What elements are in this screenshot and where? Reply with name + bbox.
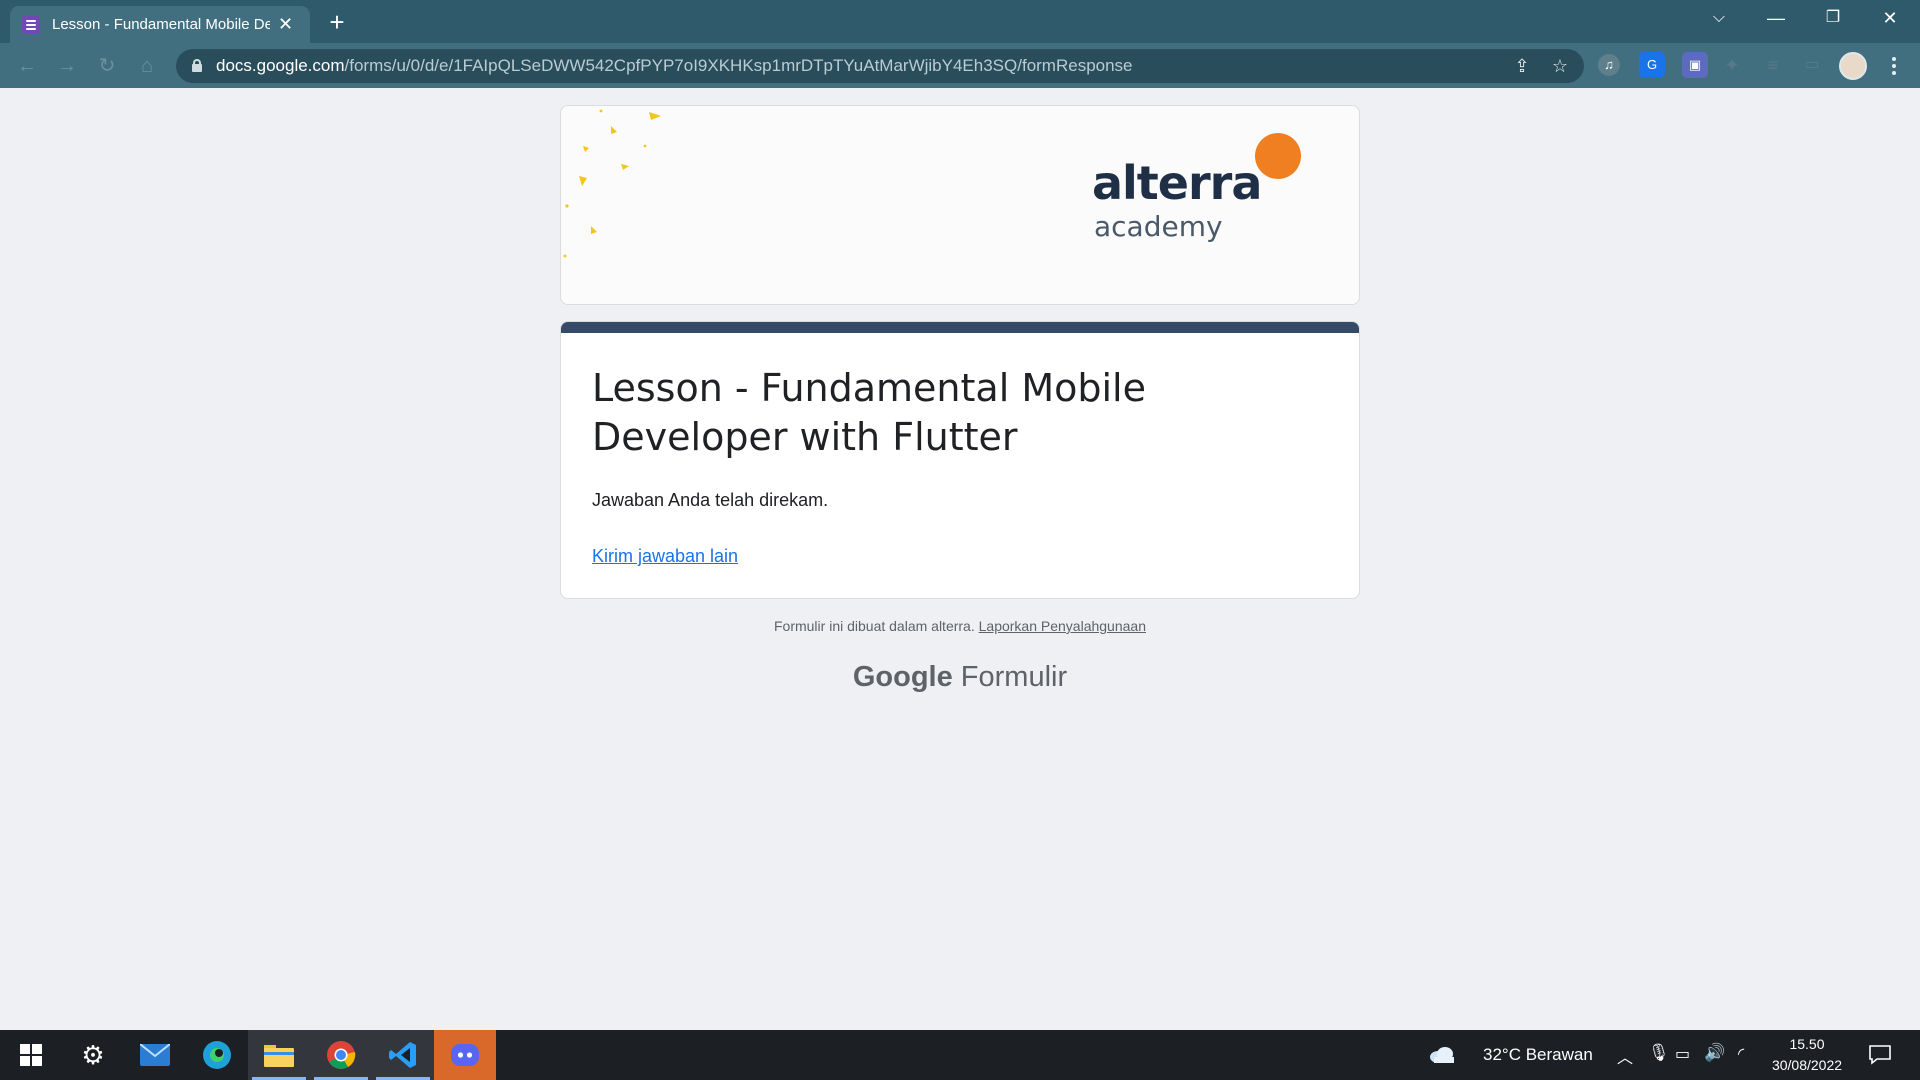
submit-another-response-link[interactable]: Kirim jawaban lain — [592, 546, 738, 567]
home-icon[interactable]: ⌂ — [134, 53, 160, 79]
reading-list-icon[interactable]: ≡ — [1760, 52, 1786, 78]
weather-cloud-icon[interactable] — [1424, 1030, 1460, 1080]
chrome-browser-icon[interactable] — [310, 1030, 372, 1080]
forms-wordmark: Formulir — [960, 661, 1068, 693]
url-path: /forms/u/0/d/e/1FAIpQLSeDWW542CpfPYP7oI9… — [344, 56, 1133, 75]
form-header-banner: alterra academy — [560, 105, 1360, 305]
discord-icon[interactable] — [434, 1030, 496, 1080]
battery-icon[interactable]: ▭ — [1675, 1044, 1690, 1064]
extension-translate-icon[interactable]: G — [1639, 52, 1665, 78]
share-icon[interactable]: ⇪ — [1511, 55, 1533, 77]
browser-toolbar: ← → ↻ ⌂ docs.google.com/forms/u/0/d/e/1F… — [0, 43, 1920, 88]
form-confirmation-card: Lesson - Fundamental Mobile Developer wi… — [560, 321, 1360, 599]
confirmation-message: Jawaban Anda telah direkam. — [592, 490, 829, 510]
windows-taskbar: ⚙ 32°C Berawan ︿ 🎙 ▭ 🔊 ◜ 15.50 30/08/202… — [0, 1030, 1920, 1080]
chrome-menu-icon[interactable] — [1884, 53, 1904, 79]
wifi-icon[interactable]: ◜ — [1738, 1044, 1744, 1064]
confetti-decoration — [563, 109, 661, 258]
file-explorer-icon[interactable] — [248, 1030, 310, 1080]
tab-search-chevron-icon[interactable]: ⌵ — [1691, 0, 1747, 36]
browser-tab[interactable]: Lesson - Fundamental Mobile De ✕ — [10, 6, 310, 43]
url-host: docs.google.com — [216, 56, 345, 75]
address-bar[interactable]: docs.google.com/forms/u/0/d/e/1FAIpQLSeD… — [176, 49, 1584, 83]
footer-created-text: Formulir ini dibuat dalam alterra. — [773, 618, 975, 634]
settings-gear-icon[interactable]: ⚙ — [62, 1030, 124, 1080]
back-arrow-icon[interactable]: ← — [14, 53, 40, 79]
new-tab-button[interactable]: + — [322, 8, 352, 38]
alterra-logo-text: alterra — [1092, 156, 1262, 210]
edge-browser-icon[interactable] — [186, 1030, 248, 1080]
google-wordmark: Google — [852, 661, 953, 693]
tab-title: Lesson - Fundamental Mobile De — [52, 16, 270, 33]
google-forms-favicon-icon — [22, 15, 40, 34]
form-title: Lesson - Fundamental Mobile Developer wi… — [592, 366, 1146, 459]
volume-icon[interactable]: 🔊 — [1704, 1043, 1725, 1063]
extension-chat-icon[interactable]: ▣ — [1682, 52, 1708, 78]
extension-music-icon[interactable]: ♫ — [1598, 54, 1620, 76]
notification-center-icon[interactable] — [1850, 1030, 1910, 1080]
microphone-icon[interactable]: 🎙 — [1648, 1043, 1670, 1063]
reload-icon[interactable]: ↻ — [94, 53, 120, 79]
url-text[interactable]: docs.google.com/forms/u/0/d/e/1FAIpQLSeD… — [216, 56, 1133, 76]
weather-text[interactable]: 32°C Berawan — [1483, 1045, 1593, 1065]
lock-icon[interactable] — [192, 59, 202, 72]
show-hidden-icons-chevron-icon[interactable]: ︿ — [1617, 1044, 1633, 1068]
google-forms-brand[interactable]: Google Formulir — [560, 661, 1360, 694]
alterra-logo-subtext: academy — [1094, 210, 1223, 243]
forward-arrow-icon[interactable]: → — [54, 53, 80, 79]
report-abuse-link[interactable]: Laporkan Penyalahgunaan — [979, 618, 1146, 634]
restore-button[interactable]: ❐ — [1805, 0, 1861, 36]
clock-time[interactable]: 15.50 — [1765, 1036, 1849, 1052]
side-panel-icon[interactable]: ▭ — [1799, 52, 1825, 78]
bookmark-star-icon[interactable]: ☆ — [1549, 55, 1571, 77]
minimize-button[interactable]: — — [1748, 0, 1804, 36]
close-window-button[interactable]: ✕ — [1862, 0, 1918, 36]
form-footer: Formulir ini dibuat dalam alterra. Lapor… — [560, 618, 1360, 634]
alterra-logo-dot — [1255, 133, 1301, 179]
browser-titlebar: Lesson - Fundamental Mobile De ✕ + ⌵ — ❐… — [0, 0, 1920, 43]
tab-close-icon[interactable]: ✕ — [278, 14, 293, 35]
page-viewport: alterra academy Lesson - Fundamental Mob… — [0, 88, 1920, 1030]
profile-avatar[interactable] — [1839, 52, 1867, 80]
extension-puzzle-icon[interactable]: ✦ — [1719, 52, 1745, 78]
vscode-icon[interactable] — [372, 1030, 434, 1080]
card-accent-bar — [561, 322, 1359, 333]
clock-date[interactable]: 30/08/2022 — [1765, 1057, 1849, 1073]
windows-start-icon[interactable] — [0, 1030, 62, 1080]
mail-icon[interactable] — [124, 1030, 186, 1080]
